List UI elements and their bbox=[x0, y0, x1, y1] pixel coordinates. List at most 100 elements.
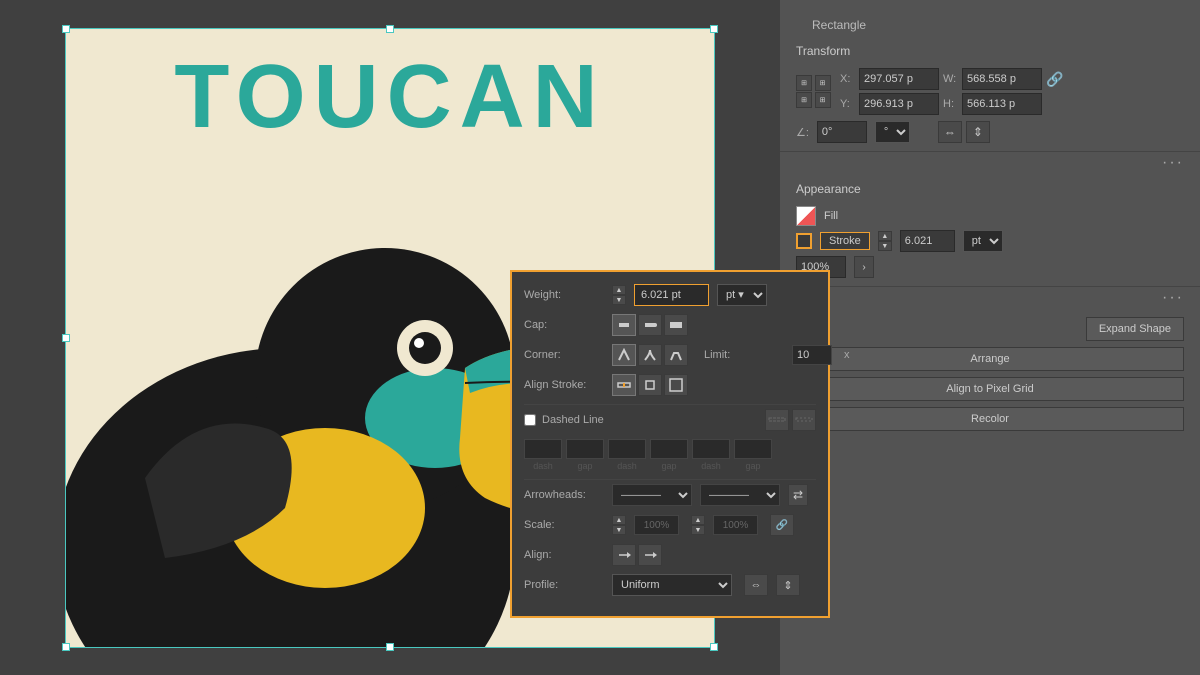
stroke-value-input[interactable] bbox=[900, 230, 955, 252]
transform-title: Transform bbox=[796, 44, 850, 58]
corner-row: Corner: Limit: x bbox=[524, 344, 816, 366]
dash2-input[interactable] bbox=[608, 439, 646, 459]
flip-v-icon[interactable]: ⇕ bbox=[966, 121, 990, 143]
cap-butt-icon[interactable] bbox=[612, 314, 636, 336]
arrow-start-select[interactable]: ———— bbox=[612, 484, 692, 506]
corner-round-icon[interactable] bbox=[638, 344, 662, 366]
gap2-label: gap bbox=[661, 461, 676, 471]
scale1-down[interactable]: ▼ bbox=[612, 525, 626, 535]
profile-select[interactable]: Uniform bbox=[612, 574, 732, 596]
arrow-end-select[interactable]: ———— bbox=[700, 484, 780, 506]
fill-label: Fill bbox=[824, 210, 838, 222]
limit-input[interactable] bbox=[792, 345, 832, 365]
angle-input[interactable] bbox=[817, 121, 867, 143]
transform-icon-3[interactable]: ⊞ bbox=[796, 92, 812, 108]
transform-more-btn[interactable]: ··· bbox=[1162, 154, 1184, 172]
scale1-input[interactable] bbox=[634, 515, 679, 535]
recolor-row: Recolor bbox=[796, 407, 1184, 431]
arrange-row: Arrange bbox=[796, 347, 1184, 371]
align-arrow-label: Align: bbox=[524, 549, 604, 561]
stroke-swatch[interactable] bbox=[796, 233, 812, 249]
scale-link-icon[interactable]: 🔗 bbox=[770, 514, 794, 536]
appearance-section: Appearance Fill Stroke ▲ ▼ pt › bbox=[780, 174, 1200, 287]
dash-gap-inputs: dash gap dash gap dash bbox=[524, 439, 816, 471]
align-center-icon[interactable] bbox=[612, 374, 636, 396]
scale-label: Scale: bbox=[524, 519, 604, 531]
corner-miter-icon[interactable] bbox=[612, 344, 636, 366]
dash1-input[interactable] bbox=[524, 439, 562, 459]
right-panel: Rectangle Transform ⊞ ⊞ ⊞ ⊞ X: W: 🔗 bbox=[780, 0, 1200, 675]
align-arrow-1-icon[interactable] bbox=[612, 544, 636, 566]
dash-pattern-1-icon[interactable] bbox=[765, 409, 789, 431]
angle-label: ∠: bbox=[796, 126, 809, 139]
transform-section: Transform ⊞ ⊞ ⊞ ⊞ X: W: 🔗 Y: bbox=[780, 36, 1200, 152]
weight-input[interactable] bbox=[634, 284, 709, 306]
stroke-spin-up[interactable]: ▲ bbox=[878, 231, 892, 241]
link-icon: 🔗 bbox=[1046, 70, 1064, 88]
gap1-label: gap bbox=[577, 461, 592, 471]
dash-pattern-2-icon[interactable] bbox=[792, 409, 816, 431]
x-label: X: bbox=[840, 73, 855, 85]
gap2-input[interactable] bbox=[650, 439, 688, 459]
y-input[interactable] bbox=[859, 93, 939, 115]
popup-divider-2 bbox=[524, 479, 816, 480]
gap1-input[interactable] bbox=[566, 439, 604, 459]
y-label: Y: bbox=[840, 98, 855, 110]
stroke-spinner: ▲ ▼ bbox=[878, 231, 892, 251]
angle-unit-select[interactable]: ° bbox=[875, 121, 910, 143]
weight-unit-select[interactable]: pt ▾ bbox=[717, 284, 767, 306]
align-outside-icon[interactable] bbox=[664, 374, 688, 396]
opacity-row: › bbox=[796, 256, 1184, 278]
transform-icon-1[interactable]: ⊞ bbox=[796, 75, 812, 91]
align-inside-icon[interactable] bbox=[638, 374, 662, 396]
popup-divider-1 bbox=[524, 404, 816, 405]
corner-buttons bbox=[612, 344, 688, 366]
align-pixel-row: Align to Pixel Grid bbox=[796, 377, 1184, 401]
cap-round-icon[interactable] bbox=[638, 314, 662, 336]
scale1-up[interactable]: ▲ bbox=[612, 515, 626, 525]
profile-flip-v-icon[interactable]: ⇕ bbox=[776, 574, 800, 596]
stroke-button[interactable]: Stroke bbox=[820, 232, 870, 250]
scale2-down[interactable]: ▼ bbox=[691, 525, 705, 535]
weight-spin-down[interactable]: ▼ bbox=[612, 295, 626, 305]
dashed-checkbox[interactable] bbox=[524, 414, 536, 426]
transform-icon-4[interactable]: ⊞ bbox=[815, 92, 831, 108]
dash3-input[interactable] bbox=[692, 439, 730, 459]
weight-spin-up[interactable]: ▲ bbox=[612, 285, 626, 295]
gap3-input[interactable] bbox=[734, 439, 772, 459]
cap-label: Cap: bbox=[524, 319, 604, 331]
align-stroke-buttons bbox=[612, 374, 688, 396]
corner-bevel-icon[interactable] bbox=[664, 344, 688, 366]
stroke-spin-down[interactable]: ▼ bbox=[878, 241, 892, 251]
scale2-input[interactable] bbox=[713, 515, 758, 535]
flip-h-icon[interactable]: ⇔ bbox=[938, 121, 962, 143]
expand-shape-button[interactable]: Expand Shape bbox=[1086, 317, 1184, 341]
transform-more: ··· bbox=[780, 152, 1200, 174]
fill-swatch[interactable] bbox=[796, 206, 816, 226]
arrange-button[interactable]: Arrange bbox=[796, 347, 1184, 371]
profile-flip-h-icon[interactable]: ⇔ bbox=[744, 574, 768, 596]
x-input[interactable] bbox=[859, 68, 939, 90]
dashed-row: Dashed Line bbox=[524, 409, 816, 431]
align-arrow-2-icon[interactable] bbox=[638, 544, 662, 566]
opacity-more-icon[interactable]: › bbox=[854, 256, 874, 278]
dash3-label: dash bbox=[701, 461, 721, 471]
recolor-button[interactable]: Recolor bbox=[796, 407, 1184, 431]
transform-icon-2[interactable]: ⊞ bbox=[815, 75, 831, 91]
arrows-swap-icon[interactable]: ⇄ bbox=[788, 484, 808, 506]
stroke-unit-select[interactable]: pt bbox=[963, 230, 1003, 252]
dashed-checkbox-group: Dashed Line bbox=[524, 414, 604, 426]
dash2-label: dash bbox=[617, 461, 637, 471]
align-pixel-button[interactable]: Align to Pixel Grid bbox=[796, 377, 1184, 401]
h-input[interactable] bbox=[962, 93, 1042, 115]
limit-x: x bbox=[844, 349, 850, 361]
dash-gap-row: dash gap dash gap dash bbox=[524, 439, 816, 471]
appearance-title: Appearance bbox=[796, 182, 861, 196]
w-input[interactable] bbox=[962, 68, 1042, 90]
cap-square-icon[interactable] bbox=[664, 314, 688, 336]
appearance-more-btn[interactable]: ··· bbox=[1162, 289, 1184, 307]
weight-row: Weight: ▲ ▼ pt ▾ bbox=[524, 284, 816, 306]
dash-pattern-icons bbox=[765, 409, 816, 431]
h-label: H: bbox=[943, 98, 958, 110]
scale2-up[interactable]: ▲ bbox=[691, 515, 705, 525]
